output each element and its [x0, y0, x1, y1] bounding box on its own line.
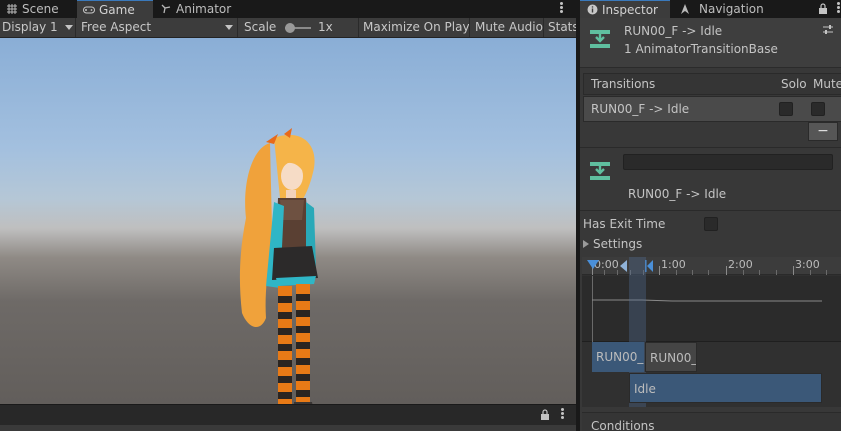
ruler-tick	[776, 270, 777, 275]
maximize-on-play-toggle[interactable]: Maximize On Play	[360, 18, 470, 37]
transition-icon	[590, 162, 610, 180]
tab-navigation[interactable]: Navigation	[677, 0, 787, 18]
settings-sliders-icon[interactable]	[822, 24, 834, 35]
tab-navigation-label: Navigation	[699, 2, 764, 16]
settings-foldout-label[interactable]: Settings	[593, 237, 642, 251]
settings-foldout-arrow-icon[interactable]	[583, 240, 589, 248]
display-dropdown[interactable]: Display 1	[0, 18, 76, 37]
display-dropdown-value: Display 1	[2, 20, 58, 34]
transition-detail-label: RUN00_F -> Idle	[628, 187, 727, 201]
bottom-toolbar-strip	[0, 425, 576, 431]
animator-icon	[161, 4, 171, 14]
game-panel: Scene Game Animator Display 1 Free Aspec…	[0, 0, 576, 431]
inspector-panel: Inspector Navigation RUN00_F -> Idle 1 A…	[578, 0, 841, 431]
inspector-menu-icon[interactable]	[837, 2, 840, 14]
ruler-tick	[692, 270, 693, 275]
info-icon	[587, 4, 598, 15]
maximize-on-play-label: Maximize On Play	[363, 20, 470, 34]
solo-column-label: Solo	[781, 77, 807, 91]
tab-game-label: Game	[99, 3, 135, 17]
transition-timeline[interactable]: 0:00 1:00 2:00 3:00 RUN00_F	[582, 257, 841, 407]
timeline-ruler: 0:00 1:00 2:00 3:00	[582, 257, 841, 275]
ruler-tick	[726, 266, 727, 275]
aspect-dropdown-value: Free Aspect	[81, 20, 152, 34]
tab-scene-label: Scene	[22, 2, 59, 16]
lock-icon[interactable]	[818, 3, 828, 14]
ruler-tick	[759, 270, 760, 275]
game-panel-menu-icon[interactable]	[560, 2, 563, 14]
conditions-label: Conditions	[591, 419, 655, 431]
has-exit-time-checkbox[interactable]	[704, 217, 718, 231]
game-status-bar	[0, 404, 576, 431]
game-tab-bar: Scene Game Animator	[0, 0, 576, 18]
scale-label: Scale	[244, 20, 277, 34]
tab-animator-label: Animator	[176, 2, 232, 16]
transition-icon	[590, 30, 610, 48]
ruler-label-2: 2:00	[728, 258, 753, 271]
ruler-label-3: 3:00	[795, 258, 820, 271]
stats-label: Stats	[548, 20, 576, 34]
anime-character-model	[239, 128, 318, 404]
stats-toggle[interactable]: Stats	[545, 18, 576, 37]
ruler-tick	[793, 266, 794, 275]
ruler-tick	[708, 270, 709, 275]
mute-column-label: Mute	[813, 77, 841, 91]
inspector-header: RUN00_F -> Idle 1 AnimatorTransitionBase	[580, 18, 841, 68]
transition-start-handle-icon[interactable]	[620, 260, 628, 272]
tab-inspector[interactable]: Inspector	[580, 0, 670, 18]
grid-icon	[7, 4, 17, 14]
weight-curve	[592, 299, 822, 302]
inspector-tab-bar: Inspector Navigation	[580, 0, 841, 18]
clip-idle[interactable]: Idle	[629, 373, 822, 403]
mute-audio-label: Mute Audio	[475, 20, 543, 34]
status-menu-icon[interactable]	[561, 408, 564, 420]
lock-icon[interactable]	[540, 409, 550, 420]
chevron-down-icon	[225, 25, 233, 30]
clip-name: RUN00_F	[650, 351, 697, 365]
conditions-header: Conditions	[582, 412, 841, 431]
transition-name-field[interactable]	[623, 154, 833, 170]
ruler-tick	[659, 266, 660, 275]
clip-run-segment[interactable]: RUN00_F	[592, 342, 644, 372]
game-viewport[interactable]	[0, 38, 576, 404]
ruler-tick	[826, 270, 827, 275]
clip-run-segment[interactable]: RUN00_F	[645, 342, 697, 372]
timeline-curve-area	[582, 276, 841, 342]
tab-inspector-label: Inspector	[602, 3, 658, 17]
transitions-list-header: Transitions Solo Mute	[583, 73, 841, 95]
remove-transition-button[interactable]: −	[808, 122, 838, 141]
tab-animator[interactable]: Animator	[154, 0, 244, 18]
scale-value: 1x	[318, 20, 333, 34]
has-exit-time-label: Has Exit Time	[583, 217, 666, 231]
transition-row[interactable]: RUN00_F -> Idle	[583, 96, 841, 122]
solo-checkbox[interactable]	[779, 102, 793, 116]
game-toolbar: Display 1 Free Aspect Scale 1x Maximize …	[0, 18, 576, 38]
ruler-label-1: 1:00	[661, 258, 686, 271]
gamepad-icon	[83, 6, 95, 14]
tab-game[interactable]: Game	[77, 0, 153, 18]
transitions-header: Transitions	[591, 77, 656, 91]
clip-name: Idle	[634, 382, 656, 396]
start-marker-icon[interactable]	[587, 260, 599, 270]
mute-checkbox[interactable]	[811, 102, 825, 116]
transition-end-handle-icon[interactable]	[645, 260, 653, 272]
clip-name: RUN00_F	[596, 350, 644, 364]
divider	[580, 210, 841, 211]
tab-scene[interactable]: Scene	[0, 0, 76, 18]
inspector-subtitle: 1 AnimatorTransitionBase	[624, 42, 778, 56]
divider	[580, 147, 841, 148]
scale-control: Scale 1x	[239, 18, 359, 37]
scale-slider-thumb[interactable]	[285, 23, 295, 33]
aspect-dropdown[interactable]: Free Aspect	[77, 18, 238, 37]
inspector-title: RUN00_F -> Idle	[624, 24, 723, 38]
mute-audio-toggle[interactable]: Mute Audio	[471, 18, 544, 37]
navigation-icon	[681, 4, 689, 14]
transition-row-name: RUN00_F -> Idle	[591, 102, 690, 116]
chevron-down-icon	[65, 25, 73, 30]
